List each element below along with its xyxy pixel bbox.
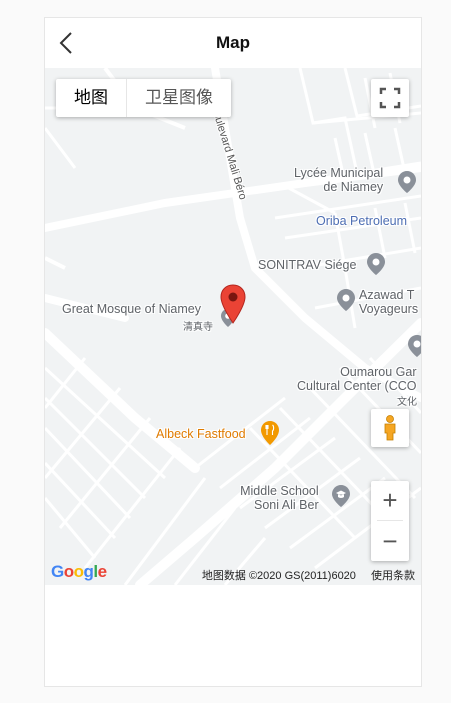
poi-marker-gray-icon — [408, 335, 421, 357]
poi-school-line1: Middle School — [240, 484, 319, 498]
map-type-satellite-button[interactable]: 卫星图像 — [127, 79, 231, 117]
pegman-icon — [384, 415, 396, 441]
map-data-text: 地图数据 ©2020 GS(2011)6020 — [201, 570, 356, 582]
poi-oumarou-line1: Oumarou Gar — [340, 365, 417, 379]
poi-azawad-line2: Voyageurs — [359, 302, 419, 316]
map-view[interactable]: oulevard Mali Béro 地图 卫星图像 Lycée Municip… — [45, 68, 421, 585]
poi-lycee[interactable]: Lycée Municipal de Niamey — [294, 166, 383, 194]
zoom-in-button[interactable]: + — [371, 481, 409, 520]
poi-marker-gray-icon — [337, 289, 355, 311]
terms-link[interactable]: 使用条款 — [371, 570, 415, 582]
street-view-button[interactable] — [371, 409, 409, 447]
app-screen: Map oulevard Mali Béro 地图 卫星图像 Lycée Mun… — [44, 17, 422, 687]
map-type-map-button[interactable]: 地图 — [56, 79, 127, 117]
poi-lycee-line1: Lycée Municipal — [294, 166, 384, 180]
poi-oumarou[interactable]: Oumarou Gar Cultural Center (CCO — [297, 365, 416, 393]
school-marker-icon — [332, 485, 350, 507]
poi-albeck[interactable]: Albeck Fastfood — [156, 427, 246, 441]
bottom-blank-area — [45, 585, 421, 686]
poi-sonitrav[interactable]: SONITRAV Siége — [258, 258, 356, 272]
fullscreen-button[interactable] — [371, 79, 409, 117]
poi-oriba[interactable]: Oriba Petroleum — [316, 214, 407, 228]
zoom-out-button[interactable]: − — [371, 521, 409, 561]
poi-lycee-line2: de Niamey — [323, 180, 384, 194]
fullscreen-icon — [379, 87, 401, 109]
header-bar: Map — [45, 18, 421, 68]
poi-oumarou-line2: Cultural Center (CCO — [297, 379, 417, 393]
map-type-control: 地图 卫星图像 — [56, 79, 231, 117]
poi-school-line2: Soni Ali Ber — [254, 498, 319, 512]
poi-marker-gray-icon — [398, 171, 416, 193]
google-logo[interactable]: Google — [51, 562, 107, 582]
map-pin-icon[interactable] — [220, 284, 246, 324]
poi-mosque[interactable]: Great Mosque of Niamey — [62, 302, 201, 316]
zoom-control: + − — [371, 481, 409, 561]
map-attribution: 地图数据 ©2020 GS(2011)6020 使用条款 — [190, 567, 415, 583]
restaurant-marker-icon — [261, 421, 279, 445]
poi-marker-gray-icon — [367, 253, 385, 275]
poi-azawad[interactable]: Azawad T Voyageurs — [359, 288, 418, 316]
page-title: Map — [216, 33, 250, 52]
poi-azawad-line1: Azawad T — [359, 288, 415, 302]
poi-oumarou-cn: 文化 — [397, 397, 417, 408]
poi-mosque-cn: 清真寺 — [183, 322, 213, 333]
poi-school[interactable]: Middle School Soni Ali Ber — [238, 484, 319, 512]
